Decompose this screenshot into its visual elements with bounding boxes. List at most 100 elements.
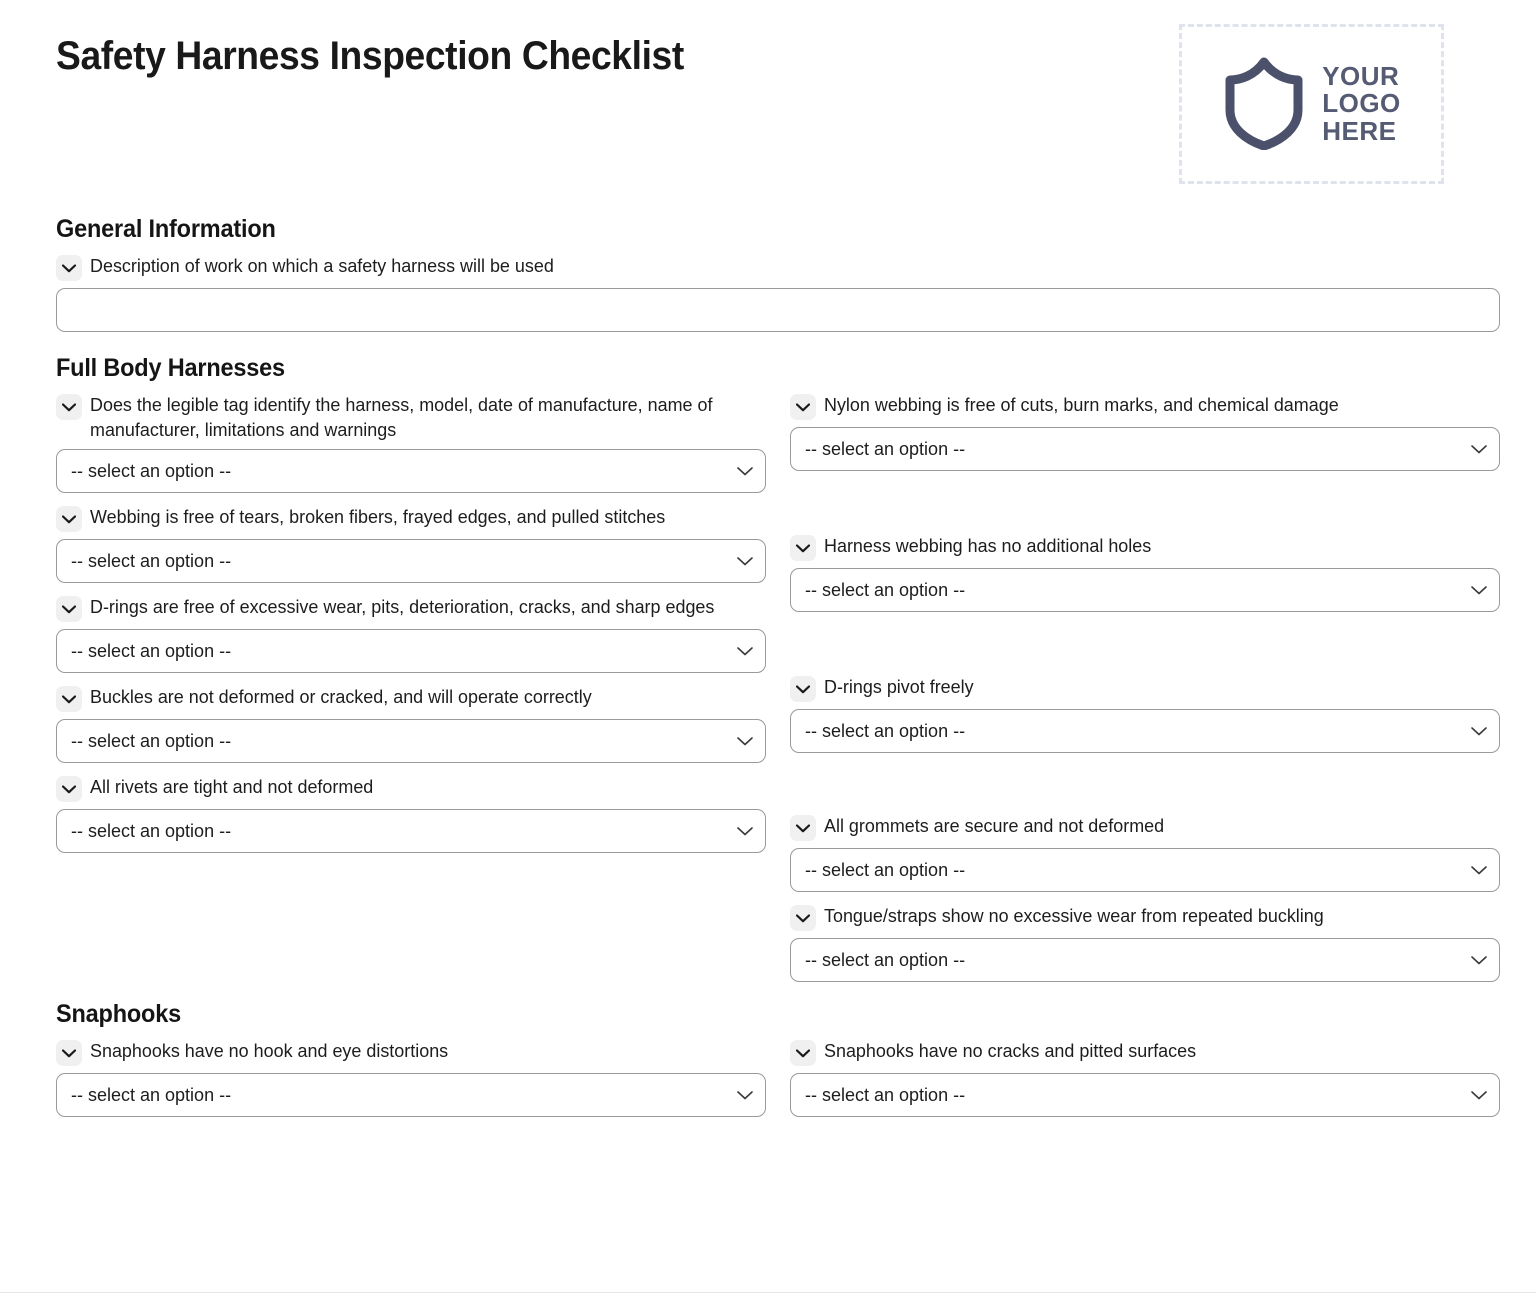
question-label-row: All grommets are secure and not deformed xyxy=(790,814,1500,841)
select-value: -- select an option -- xyxy=(71,730,232,751)
select-value: -- select an option -- xyxy=(71,820,232,841)
question-label: Nylon webbing is free of cuts, burn mark… xyxy=(824,394,1339,415)
select-value: -- select an option -- xyxy=(71,460,232,481)
logo-line-3: HERE xyxy=(1322,115,1397,146)
webbing-tears-select[interactable]: -- select an option -- xyxy=(56,539,766,584)
select-value: -- select an option -- xyxy=(71,550,232,571)
field-d-rings-wear: D-rings are free of excessive wear, pits… xyxy=(56,595,766,674)
section-snaphooks: Snaphooks Snaphooks have no hook and eye… xyxy=(46,1000,1500,1129)
full-body-right-column: Nylon webbing is free of cuts, burn mark… xyxy=(790,393,1500,994)
field-additional-holes: Harness webbing has no additional holes … xyxy=(790,534,1500,612)
section-general-information: General Information Description of work … xyxy=(46,215,1500,332)
field-legible-tag: Does the legible tag identify the harnes… xyxy=(56,393,766,494)
question-label-row: Does the legible tag identify the harnes… xyxy=(56,393,766,442)
chevron-down-icon xyxy=(1471,580,1487,601)
chevron-down-icon xyxy=(1471,860,1487,881)
select-value: -- select an option -- xyxy=(805,438,966,459)
select-value: -- select an option -- xyxy=(71,1084,232,1105)
buckles-select[interactable]: -- select an option -- xyxy=(56,719,766,764)
chevron-down-icon xyxy=(737,461,753,482)
question-label: Does the legible tag identify the harnes… xyxy=(90,394,713,440)
chevron-down-icon xyxy=(1471,1085,1487,1106)
chevron-down-icon xyxy=(1471,439,1487,460)
select-value: -- select an option -- xyxy=(805,720,966,741)
field-webbing-tears: Webbing is free of tears, broken fibers,… xyxy=(56,505,766,584)
description-of-work-input[interactable] xyxy=(56,288,1500,332)
chevron-down-icon xyxy=(737,731,753,752)
chevron-down-icon xyxy=(737,821,753,842)
chevron-down-icon[interactable] xyxy=(56,255,82,281)
legible-tag-select[interactable]: -- select an option -- xyxy=(56,449,766,494)
field-tongue-straps: Tongue/straps show no excessive wear fro… xyxy=(790,904,1500,982)
shield-icon xyxy=(1222,54,1306,155)
snaphooks-distortions-select[interactable]: -- select an option -- xyxy=(56,1073,766,1117)
question-label-row: Description of work on which a safety ha… xyxy=(56,254,1490,281)
chevron-down-icon[interactable] xyxy=(56,506,82,533)
field-description-of-work: Description of work on which a safety ha… xyxy=(56,254,1500,332)
select-value: -- select an option -- xyxy=(71,640,232,661)
snaphooks-right-column: Snaphooks have no cracks and pitted surf… xyxy=(790,1039,1500,1129)
tongue-straps-select[interactable]: -- select an option -- xyxy=(790,938,1500,982)
question-label: Harness webbing has no additional holes xyxy=(824,535,1152,556)
chevron-down-icon[interactable] xyxy=(56,686,82,713)
field-rivets: All rivets are tight and not deformed --… xyxy=(56,775,766,854)
chevron-down-icon[interactable] xyxy=(790,815,816,841)
question-label: Snaphooks have no hook and eye distortio… xyxy=(90,1040,449,1061)
question-label: Buckles are not deformed or cracked, and… xyxy=(90,686,592,708)
question-label-row: Webbing is free of tears, broken fibers,… xyxy=(56,505,766,533)
chevron-down-icon[interactable] xyxy=(56,596,82,623)
snaphooks-grid: Snaphooks have no hook and eye distortio… xyxy=(56,1039,1500,1129)
question-label: Tongue/straps show no excessive wear fro… xyxy=(824,905,1324,926)
chevron-down-icon xyxy=(737,641,753,662)
select-value: -- select an option -- xyxy=(805,579,966,600)
question-label-row: Nylon webbing is free of cuts, burn mark… xyxy=(790,393,1500,420)
field-snaphooks-cracks: Snaphooks have no cracks and pitted surf… xyxy=(790,1039,1500,1117)
d-rings-pivot-select[interactable]: -- select an option -- xyxy=(790,709,1500,753)
section-heading-full-body-harnesses: Full Body Harnesses xyxy=(56,354,285,382)
page-title: Safety Harness Inspection Checklist xyxy=(56,34,684,78)
chevron-down-icon[interactable] xyxy=(56,1040,82,1066)
chevron-down-icon xyxy=(737,551,753,572)
full-body-left-column: Does the legible tag identify the harnes… xyxy=(56,393,766,994)
question-label: D-rings pivot freely xyxy=(824,676,974,697)
chevron-down-icon xyxy=(1471,950,1487,971)
logo-text: YOUR LOGO HERE xyxy=(1322,60,1401,146)
field-buckles: Buckles are not deformed or cracked, and… xyxy=(56,685,766,764)
logo-line-2: LOGO xyxy=(1322,88,1401,119)
rivets-select[interactable]: -- select an option -- xyxy=(56,809,766,854)
question-label: All grommets are secure and not deformed xyxy=(824,815,1165,836)
question-label-row: D-rings pivot freely xyxy=(790,675,1500,702)
full-body-harnesses-grid: Does the legible tag identify the harnes… xyxy=(56,393,1500,994)
question-label: All rivets are tight and not deformed xyxy=(90,776,374,798)
question-label-row: D-rings are free of excessive wear, pits… xyxy=(56,595,766,623)
question-label-row: All rivets are tight and not deformed xyxy=(56,775,766,803)
d-rings-wear-select[interactable]: -- select an option -- xyxy=(56,629,766,674)
logo-placeholder: YOUR LOGO HERE xyxy=(1179,24,1444,184)
chevron-down-icon[interactable] xyxy=(790,394,816,420)
snaphooks-cracks-select[interactable]: -- select an option -- xyxy=(790,1073,1500,1117)
nylon-webbing-select[interactable]: -- select an option -- xyxy=(790,427,1500,471)
logo-line-1: YOUR xyxy=(1322,60,1400,91)
chevron-down-icon[interactable] xyxy=(790,1040,816,1066)
chevron-down-icon[interactable] xyxy=(56,776,82,803)
field-nylon-webbing: Nylon webbing is free of cuts, burn mark… xyxy=(790,393,1500,471)
section-full-body-harnesses: Full Body Harnesses Does the legible tag… xyxy=(46,354,1500,994)
chevron-down-icon xyxy=(737,1085,753,1106)
chevron-down-icon[interactable] xyxy=(790,535,816,561)
question-label: Description of work on which a safety ha… xyxy=(90,255,554,276)
section-heading-snaphooks: Snaphooks xyxy=(56,1000,181,1028)
chevron-down-icon[interactable] xyxy=(790,905,816,931)
select-value: -- select an option -- xyxy=(805,859,966,880)
chevron-down-icon[interactable] xyxy=(790,676,816,702)
section-heading-general-information: General Information xyxy=(56,215,276,243)
field-snaphooks-distortions: Snaphooks have no hook and eye distortio… xyxy=(56,1039,766,1117)
additional-holes-select[interactable]: -- select an option -- xyxy=(790,568,1500,612)
grommets-select[interactable]: -- select an option -- xyxy=(790,848,1500,892)
chevron-down-icon xyxy=(1471,721,1487,742)
question-label: Snaphooks have no cracks and pitted surf… xyxy=(824,1040,1197,1061)
question-label: D-rings are free of excessive wear, pits… xyxy=(90,596,715,618)
select-value: -- select an option -- xyxy=(805,949,966,970)
question-label: Webbing is free of tears, broken fibers,… xyxy=(90,506,666,528)
chevron-down-icon[interactable] xyxy=(56,394,82,420)
field-grommets: All grommets are secure and not deformed… xyxy=(790,814,1500,892)
